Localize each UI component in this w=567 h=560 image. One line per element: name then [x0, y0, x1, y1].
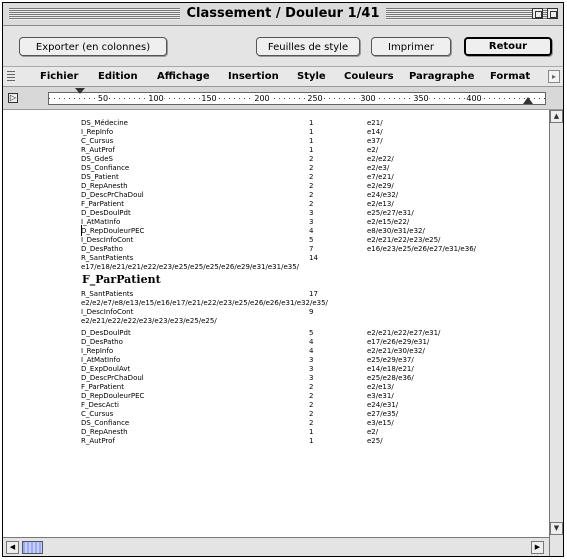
- window-title: Classement / Douleur 1/41: [180, 6, 386, 21]
- menu-edition[interactable]: Edition: [98, 71, 138, 82]
- ruler-tick: 50: [96, 94, 110, 103]
- menu-fichier[interactable]: Fichier: [40, 71, 78, 82]
- ruler-tick: 350: [412, 94, 430, 103]
- list-item-refs: e2/e2/e7/e8/e13/e15/e16/e17/e21/e22/e23/…: [81, 299, 328, 307]
- ruler[interactable]: 50 100 150 200 250 300 350 400: [48, 88, 546, 105]
- scroll-up-arrow-icon[interactable]: ▲: [550, 110, 563, 123]
- ruler-tick: 400: [465, 94, 483, 103]
- zoom-box-icon[interactable]: [532, 8, 543, 19]
- ruler-tick: 100: [147, 94, 165, 103]
- document-content[interactable]: DS_Médecine 1 e21/ I_RepInfo 1 e14/ C_Cursus…: [3, 110, 549, 537]
- menu-overflow-icon[interactable]: ▸: [548, 70, 560, 83]
- menu-bar: Fichier Edition Affichage Insertion Styl…: [3, 67, 563, 87]
- collapse-box-icon[interactable]: [547, 8, 558, 19]
- menu-paragraphe[interactable]: Paragraphe: [409, 71, 474, 82]
- list-item-refs: e2/e21/e22/e22/e23/e23/e23/e25/e25/: [81, 317, 217, 325]
- section-heading: F_ParPatient: [82, 273, 161, 286]
- document-window: Classement / Douleur 1/41 Exporter (en c…: [2, 2, 564, 557]
- title-bar[interactable]: Classement / Douleur 1/41: [3, 3, 563, 26]
- scroll-left-arrow-icon[interactable]: ◀: [6, 541, 19, 554]
- ruler-tick: 200: [253, 94, 271, 103]
- export-button[interactable]: Exporter (en colonnes): [19, 37, 167, 56]
- menu-style[interactable]: Style: [297, 71, 326, 82]
- scroll-down-arrow-icon[interactable]: ▼: [550, 522, 563, 535]
- left-indent-marker[interactable]: [75, 88, 85, 94]
- list-item-refs: e17/e18/e21/e21/e22/e23/e25/e25/e25/e26/…: [81, 263, 300, 271]
- resize-grip-icon[interactable]: [549, 537, 563, 556]
- menu-affichage[interactable]: Affichage: [157, 71, 210, 82]
- menu-couleurs[interactable]: Couleurs: [344, 71, 394, 82]
- scroll-right-arrow-icon[interactable]: ▶: [531, 541, 544, 554]
- ruler-tick: 300: [359, 94, 377, 103]
- right-indent-marker[interactable]: [523, 97, 533, 104]
- menu-insertion[interactable]: Insertion: [228, 71, 279, 82]
- print-button[interactable]: Imprimer: [371, 37, 451, 56]
- horizontal-scrollbar[interactable]: ◀ ▶: [3, 537, 549, 556]
- horizontal-scroll-thumb[interactable]: [22, 541, 43, 554]
- ruler-tick: 150: [200, 94, 218, 103]
- style-sheets-button[interactable]: Feuilles de style: [256, 37, 360, 56]
- button-bar: Exporter (en colonnes) Feuilles de style…: [3, 26, 563, 67]
- vertical-scrollbar[interactable]: ▲ ▼: [549, 110, 563, 537]
- menu-format[interactable]: Format: [490, 71, 530, 82]
- ruler-bar: ▷ 50 100 150 200 250 300 350 400: [3, 87, 563, 110]
- back-button[interactable]: Retour: [464, 37, 552, 56]
- ruler-tick: 250: [306, 94, 324, 103]
- ruler-toggle-icon[interactable]: ▷: [8, 93, 18, 103]
- menu-grip-icon[interactable]: [7, 71, 15, 81]
